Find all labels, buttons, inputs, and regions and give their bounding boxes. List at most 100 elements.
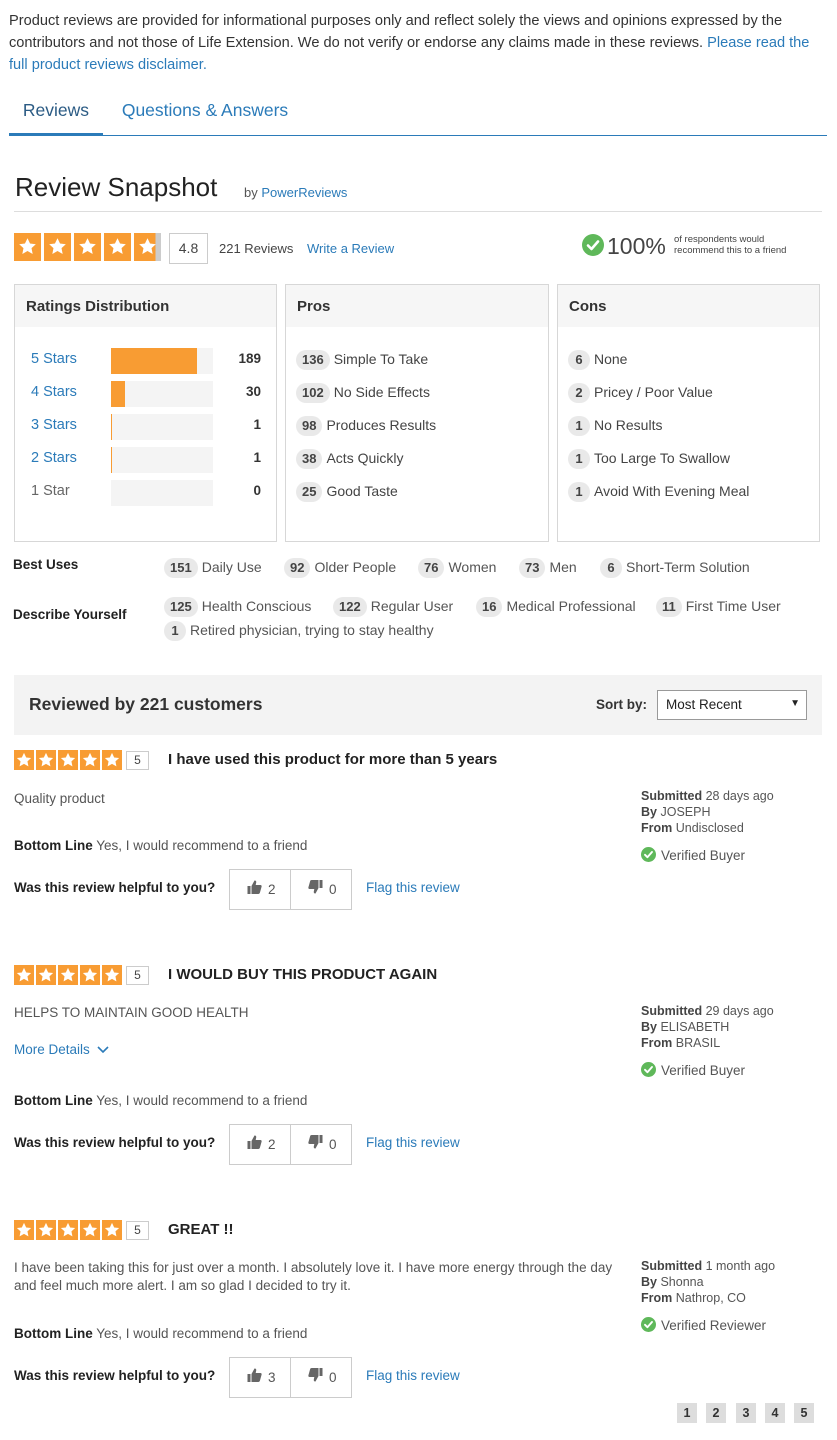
helpful-no-button[interactable]: 0: [291, 1358, 352, 1397]
review-body: Quality product: [14, 791, 105, 806]
more-details-link[interactable]: More Details: [14, 1042, 109, 1057]
count-badge: 122: [333, 597, 367, 617]
by-label: By: [641, 1020, 657, 1034]
flag-review-link[interactable]: Flag this review: [366, 1368, 460, 1383]
check-circle-icon: [582, 234, 604, 256]
page-button[interactable]: 2: [706, 1403, 726, 1423]
flag-review-link[interactable]: Flag this review: [366, 880, 460, 895]
check-circle-icon: [641, 1317, 656, 1332]
count-badge: 11: [656, 597, 682, 617]
author-location: BRASIL: [675, 1036, 721, 1050]
submitted-value: 1 month ago: [705, 1259, 776, 1273]
cons-item: 1 Avoid With Evening Meal: [568, 482, 749, 504]
page-button[interactable]: 1: [677, 1403, 697, 1423]
distribution-row[interactable]: 2 Stars 1: [31, 447, 261, 473]
tag-label: Regular User: [370, 598, 454, 614]
pros-label: Good Taste: [326, 483, 398, 499]
distribution-row[interactable]: 3 Stars 1: [31, 414, 261, 440]
bottom-line: Bottom Line Yes, I would recommend to a …: [14, 1326, 307, 1341]
tag-label: First Time User: [685, 598, 781, 614]
verified-label: Verified Buyer: [661, 848, 746, 863]
distribution-label[interactable]: 5 Stars: [31, 351, 77, 367]
helpful-no-button[interactable]: 0: [291, 870, 352, 909]
pros-label: Simple To Take: [333, 351, 429, 367]
bottom-line-value: Yes, I would recommend to a friend: [96, 1093, 308, 1108]
distribution-bar: [111, 480, 213, 506]
cons-item: 2 Pricey / Poor Value: [568, 383, 713, 405]
recommend-text: of respondents would recommend this to a…: [674, 234, 787, 256]
star-icon: [74, 233, 101, 261]
cons-item: 1 Too Large To Swallow: [568, 449, 730, 471]
reviews-disclaimer: Product reviews are provided for informa…: [9, 10, 829, 76]
review-score: 5: [126, 966, 149, 985]
tag-label: Short-Term Solution: [626, 559, 750, 575]
helpful-yes-button[interactable]: 2: [230, 870, 291, 909]
tag-label: Older People: [314, 559, 397, 575]
tag-label: Medical Professional: [506, 598, 636, 614]
best-uses-tag: 6 Short-Term Solution: [600, 557, 750, 578]
helpful-no-button[interactable]: 0: [291, 1125, 352, 1164]
star-icon: [58, 965, 78, 985]
describe-tag: 16 Medical Professional: [476, 596, 636, 617]
tab-questions-answers[interactable]: Questions & Answers: [121, 90, 289, 136]
caret-down-icon: ▼: [790, 698, 800, 709]
count-badge: 76: [418, 558, 445, 578]
cons-label: Pricey / Poor Value: [594, 384, 713, 400]
page-button[interactable]: 4: [765, 1403, 785, 1423]
star-icon: [14, 750, 34, 770]
count-badge: 25: [296, 482, 323, 502]
review-meta: Submitted 1 month ago By Shonna From Nathr…: [641, 1258, 775, 1306]
review-stars: [14, 1220, 124, 1240]
helpful-question: Was this review helpful to you?: [14, 1135, 216, 1150]
review-meta: Submitted 29 days ago By ELISABETH From BR…: [641, 1003, 774, 1051]
distribution-count: 1: [253, 417, 261, 432]
distribution-bar: [111, 414, 213, 440]
submitted-label: Submitted: [641, 1004, 703, 1018]
bottom-line: Bottom Line Yes, I would recommend to a …: [14, 1093, 307, 1108]
helpful-question: Was this review helpful to you?: [14, 880, 216, 895]
pros-card: Pros 136 Simple To Take 102 No Side Effects…: [285, 284, 549, 542]
powerreviews-link[interactable]: PowerReviews: [261, 185, 347, 200]
tag-label: Retired physician, trying to stay health…: [190, 622, 434, 638]
verified-badge: Verified Reviewer: [641, 1317, 766, 1333]
submitted-value: 29 days ago: [705, 1004, 774, 1018]
snapshot-by: by PowerReviews: [244, 185, 347, 200]
review-stars: [14, 965, 124, 985]
distribution-label[interactable]: 2 Stars: [31, 450, 77, 466]
distribution-label[interactable]: 4 Stars: [31, 384, 77, 400]
distribution-count: 189: [238, 351, 261, 366]
distribution-label[interactable]: 3 Stars: [31, 417, 77, 433]
write-review-link[interactable]: Write a Review: [307, 241, 394, 256]
sort-select[interactable]: Most Recent ▼: [657, 690, 807, 720]
helpful-yes-count: 2: [268, 882, 276, 897]
verified-label: Verified Reviewer: [661, 1318, 767, 1333]
by-label: By: [641, 1275, 657, 1289]
count-badge: 2: [568, 383, 590, 403]
helpful-yes-button[interactable]: 3: [230, 1358, 291, 1397]
page-button[interactable]: 5: [794, 1403, 814, 1423]
bottom-line-label: Bottom Line: [14, 1093, 93, 1108]
flag-review-link[interactable]: Flag this review: [366, 1135, 460, 1150]
page-button[interactable]: 3: [736, 1403, 756, 1423]
star-icon: [58, 1220, 78, 1240]
helpful-yes-button[interactable]: 2: [230, 1125, 291, 1164]
sort-label: Sort by:: [596, 697, 648, 712]
author-location: Undisclosed: [675, 821, 744, 835]
review-title: I WOULD BUY THIS PRODUCT AGAIN: [168, 966, 438, 983]
count-badge: 1: [568, 449, 590, 469]
tab-reviews[interactable]: Reviews: [9, 90, 103, 136]
verified-badge: Verified Buyer: [641, 1062, 745, 1078]
card-title: Cons: [558, 285, 819, 327]
thumbs-up-icon: [246, 1126, 263, 1165]
author-name: JOSEPH: [660, 805, 711, 819]
review-title: I have used this product for more than 5…: [168, 751, 498, 768]
review-score: 5: [126, 751, 149, 770]
by-label: By: [641, 805, 657, 819]
distribution-row[interactable]: 4 Stars 30: [31, 381, 261, 407]
count-badge: 125: [164, 597, 198, 617]
best-uses-tag: 151 Daily Use: [164, 557, 262, 578]
distribution-row[interactable]: 5 Stars 189: [31, 348, 261, 374]
distribution-count: 1: [253, 450, 261, 465]
star-icon: [14, 965, 34, 985]
check-circle-icon: [641, 847, 656, 862]
